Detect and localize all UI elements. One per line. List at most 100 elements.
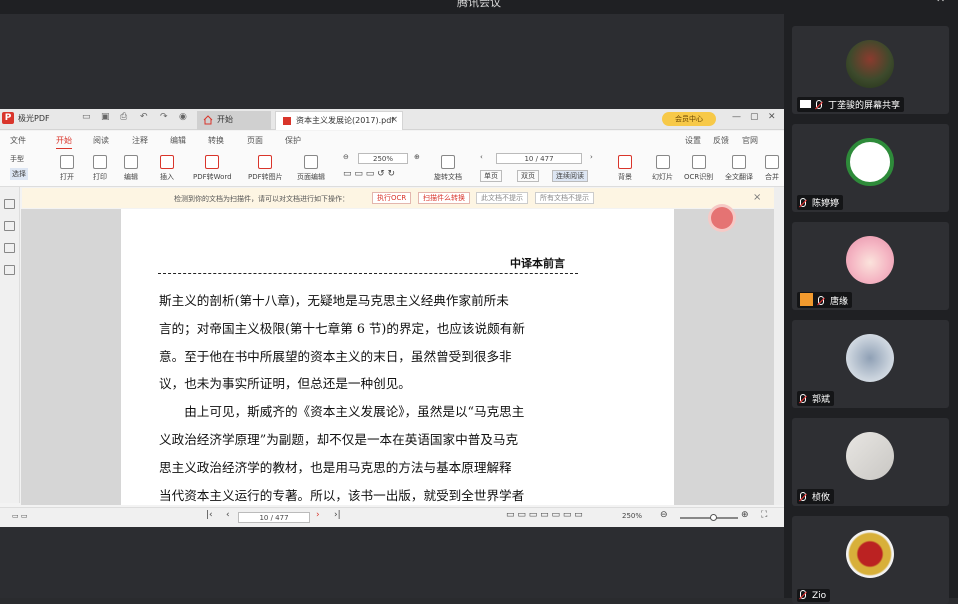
pdf-to-word-button[interactable]: PDF转Word (193, 155, 232, 182)
participant-tile[interactable]: 桢攸 (792, 418, 949, 506)
status-next-page-icon[interactable]: › (316, 510, 320, 520)
select-tool-button[interactable]: 选择 (10, 168, 28, 180)
comment-icon[interactable] (4, 243, 15, 253)
first-page-icon[interactable]: |‹ (206, 510, 213, 520)
vip-center-button[interactable]: 会员中心 (662, 112, 716, 126)
slideshow-label: 幻灯片 (652, 173, 673, 181)
window-minimize-icon[interactable]: — (732, 112, 741, 122)
slideshow-button[interactable]: 幻灯片 (652, 155, 673, 182)
settings-icon[interactable]: ◉ (179, 112, 187, 122)
zoom-in-icon[interactable]: ⊕ (414, 153, 420, 161)
continuous-read-button[interactable]: 连续阅读 (552, 170, 588, 182)
save-icon[interactable]: ▣ (101, 112, 110, 122)
window-close-icon[interactable]: ✕ (768, 112, 776, 122)
text-line: 由上可见，斯威齐的《资本主义发展论》，虽然是以“马克思主 (184, 404, 525, 420)
menu-start[interactable]: 开始 (56, 135, 72, 150)
no-prompt-all-doc-button[interactable]: 所有文档不提示 (535, 192, 594, 204)
mic-muted-icon (800, 198, 806, 207)
next-page-icon[interactable]: › (590, 153, 593, 161)
open-button[interactable]: 打开 (60, 155, 74, 182)
bookmark-icon[interactable] (4, 221, 15, 231)
scan-notice-bar: 检测到你的文档为扫描件，请可以对文档进行如下操作： 执行OCR 扫描件么转换 此… (22, 188, 774, 208)
menu-annotate[interactable]: 注释 (132, 135, 148, 146)
folder-icon (60, 155, 74, 169)
menu-page[interactable]: 页面 (247, 135, 263, 146)
insert-button[interactable]: 插入 (160, 155, 174, 182)
menu-settings[interactable]: 设置 (685, 135, 701, 146)
document-view[interactable]: 中译本前言 斯主义的剖析(第十八章)，无疑地是马克思主义经典作家前所未 言的；对… (21, 209, 774, 505)
background-icon (618, 155, 632, 169)
ocr-button[interactable]: OCR识别 (684, 155, 713, 182)
hand-tool-button[interactable]: 手型 (10, 154, 24, 164)
pdf-file-icon (283, 117, 291, 125)
page-number-input[interactable]: 10 / 477 (496, 153, 582, 164)
participant-tile[interactable]: 陈婷婷 (792, 124, 949, 212)
menu-file[interactable]: 文件 (10, 135, 26, 146)
participant-name-tag: 唐缘 (797, 292, 853, 308)
mic-muted-icon (816, 100, 822, 109)
notice-close-icon[interactable]: × (753, 192, 761, 203)
participant-tile[interactable]: 丁垄骏的屏幕共享 (792, 26, 949, 114)
print-icon[interactable]: ⎙ (120, 112, 127, 122)
status-zoom-out-icon[interactable]: ⊖ (660, 510, 668, 520)
redo-icon[interactable]: ↷ (160, 112, 168, 122)
vertical-scrollbar[interactable] (774, 187, 784, 505)
menu-convert[interactable]: 转换 (208, 135, 224, 146)
background-button[interactable]: 背景 (618, 155, 632, 182)
zoom-slider[interactable] (680, 514, 738, 521)
status-page-input[interactable]: 10 / 477 (238, 512, 310, 523)
status-view-mode-icons[interactable]: ▭ ▭ ▭ ▭ ▭ ▭ ▭ (506, 510, 583, 520)
participant-tile[interactable]: 唐缘 (792, 222, 949, 310)
double-page-button[interactable]: 双页 (517, 170, 539, 182)
print-button[interactable]: 打印 (93, 155, 107, 182)
tab-home[interactable]: 开始 (197, 111, 271, 130)
rotate-doc-button[interactable]: 旋转文档 (434, 155, 462, 182)
menu-protect[interactable]: 保护 (285, 135, 301, 146)
thumbnail-icon[interactable] (4, 199, 15, 209)
scan-convert-button[interactable]: 扫描件么转换 (418, 192, 470, 204)
menu-edit[interactable]: 编辑 (170, 135, 186, 146)
single-page-button[interactable]: 单页 (480, 170, 502, 182)
pdf-to-image-button[interactable]: PDF转图片 (248, 155, 283, 182)
window-restore-icon[interactable]: ▢ (750, 112, 759, 122)
status-zoom-in-icon[interactable]: ⊕ (741, 510, 749, 520)
attachment-icon[interactable] (4, 265, 15, 275)
pdf-to-image-label: PDF转图片 (248, 173, 283, 181)
prev-page-icon[interactable]: ‹ (480, 153, 483, 161)
menu-feedback[interactable]: 反馈 (713, 135, 729, 146)
no-prompt-this-doc-button[interactable]: 此文档不提示 (476, 192, 528, 204)
status-zoom-select[interactable]: 250% (622, 512, 642, 520)
tab-close-icon[interactable]: × (390, 112, 398, 129)
participant-name-tag: 桢攸 (797, 489, 835, 504)
text-line: 议，也未为事实所证明，但总还是一种创见。 (159, 376, 411, 392)
full-translate-button[interactable]: 全文翻译 (725, 155, 753, 182)
participant-name: 丁垄骏的屏幕共享 (828, 101, 901, 111)
zoom-slider-knob[interactable] (710, 514, 717, 521)
status-prev-page-icon[interactable]: ‹ (226, 510, 230, 520)
open-folder-icon[interactable]: ▭ (82, 112, 91, 122)
avatar (846, 138, 894, 186)
floating-tool-button[interactable] (711, 207, 733, 229)
menu-read[interactable]: 阅读 (93, 135, 109, 146)
zoom-out-icon[interactable]: ⊖ (343, 153, 349, 161)
fullscreen-icon[interactable]: ⛶ (761, 510, 767, 520)
zoom-select[interactable]: 250% (358, 153, 408, 164)
page-edit-button[interactable]: 页面编辑 (297, 155, 325, 182)
merge-icon (765, 155, 779, 169)
merge-button[interactable]: 合并 (765, 155, 779, 182)
last-page-icon[interactable]: ›| (334, 510, 341, 520)
undo-icon[interactable]: ↶ (140, 112, 148, 122)
edit-button[interactable]: 编辑 (124, 155, 138, 182)
insert-icon (160, 155, 174, 169)
print-label: 打印 (93, 173, 107, 181)
participant-tile[interactable]: 郭斌 (792, 320, 949, 408)
menu-website[interactable]: 官网 (742, 135, 758, 146)
ribbon-menu-bar: 文件 开始 阅读 注释 编辑 转换 页面 保护 设置 反馈 官网 (0, 131, 784, 150)
participant-tile[interactable]: Zio (792, 516, 949, 604)
close-icon[interactable]: ✕ (936, 0, 945, 4)
tab-document[interactable]: 资本主义发展论(2017).pdf × (275, 111, 403, 130)
run-ocr-button[interactable]: 执行OCR (372, 192, 412, 204)
fit-page-icons[interactable]: ▭ ▭ ▭ ↺ ↻ (343, 169, 395, 179)
status-page-icons[interactable]: ▭ ▭ (12, 512, 27, 520)
minimize-icon[interactable]: — (906, 0, 917, 4)
